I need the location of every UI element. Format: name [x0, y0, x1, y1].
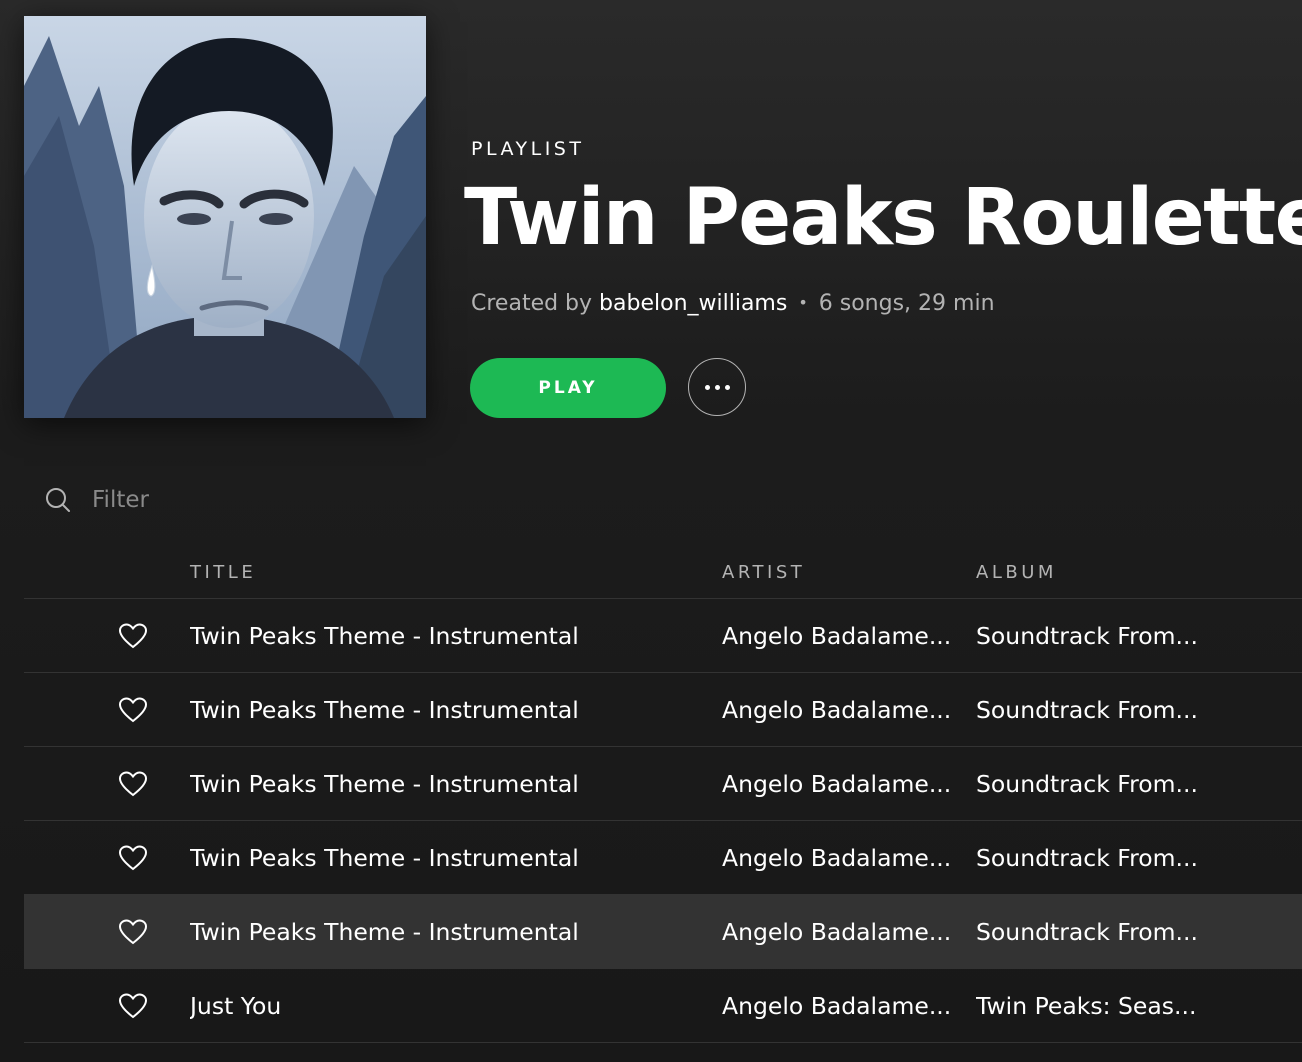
- track-album[interactable]: Soundtrack From...: [976, 917, 1216, 947]
- column-header-album[interactable]: ALBUM: [976, 562, 1057, 583]
- track-album[interactable]: Twin Peaks: Seas...: [976, 991, 1216, 1021]
- heart-icon[interactable]: [118, 622, 148, 650]
- track-row[interactable]: Twin Peaks Theme - Instrumental Angelo B…: [24, 895, 1302, 969]
- track-title: Twin Peaks Theme - Instrumental: [190, 918, 579, 946]
- track-artist[interactable]: Angelo Badalame...: [722, 621, 957, 651]
- playlist-cover-image[interactable]: [24, 16, 426, 418]
- filter-input[interactable]: [90, 486, 394, 514]
- heart-icon[interactable]: [118, 844, 148, 872]
- track-album[interactable]: Soundtrack From...: [976, 843, 1216, 873]
- ellipsis-icon: [724, 384, 730, 390]
- heart-icon[interactable]: [118, 696, 148, 724]
- track-album[interactable]: Soundtrack From...: [976, 769, 1216, 799]
- track-title: Twin Peaks Theme - Instrumental: [190, 696, 579, 724]
- track-artist[interactable]: Angelo Badalame...: [722, 695, 957, 725]
- track-title: Twin Peaks Theme - Instrumental: [190, 622, 579, 650]
- owner-link[interactable]: babelon_williams: [599, 291, 787, 316]
- ellipsis-icon: [704, 384, 710, 390]
- playlist-meta: Created by babelon_williams • 6 songs, 2…: [471, 291, 995, 316]
- ellipsis-icon: [714, 384, 720, 390]
- created-by-label: Created by: [471, 291, 593, 316]
- track-list: Twin Peaks Theme - Instrumental Angelo B…: [24, 599, 1302, 1043]
- playlist-kind-label: PLAYLIST: [471, 138, 585, 160]
- column-header-title[interactable]: TITLE: [190, 562, 256, 583]
- track-row[interactable]: Twin Peaks Theme - Instrumental Angelo B…: [24, 821, 1302, 895]
- track-artist[interactable]: Angelo Badalame...: [722, 991, 957, 1021]
- heart-icon[interactable]: [118, 992, 148, 1020]
- track-artist[interactable]: Angelo Badalame...: [722, 769, 957, 799]
- track-row[interactable]: Twin Peaks Theme - Instrumental Angelo B…: [24, 673, 1302, 747]
- track-row[interactable]: Just You Angelo Badalame... Twin Peaks: …: [24, 969, 1302, 1043]
- track-artist[interactable]: Angelo Badalame...: [722, 917, 957, 947]
- track-title: Twin Peaks Theme - Instrumental: [190, 770, 579, 798]
- playlist-stats: 6 songs, 29 min: [818, 291, 995, 316]
- track-row[interactable]: Twin Peaks Theme - Instrumental Angelo B…: [24, 599, 1302, 673]
- playlist-title: Twin Peaks Roulette: [464, 173, 1302, 263]
- search-icon: [46, 488, 70, 512]
- cover-artwork: [24, 16, 426, 418]
- track-title: Just You: [190, 992, 282, 1020]
- track-album[interactable]: Soundtrack From...: [976, 621, 1216, 651]
- play-button[interactable]: PLAY: [470, 358, 666, 418]
- track-row[interactable]: Twin Peaks Theme - Instrumental Angelo B…: [24, 747, 1302, 821]
- track-album[interactable]: Soundtrack From...: [976, 695, 1216, 725]
- column-header-artist[interactable]: ARTIST: [722, 562, 805, 583]
- playlist-page: PLAYLIST Twin Peaks Roulette Created by …: [0, 0, 1302, 1062]
- heart-icon[interactable]: [118, 770, 148, 798]
- meta-separator: •: [798, 293, 808, 312]
- track-artist[interactable]: Angelo Badalame...: [722, 843, 957, 873]
- filter-bar: [44, 478, 444, 522]
- more-options-button[interactable]: [688, 358, 746, 416]
- track-table-header: TITLE ARTIST ALBUM: [24, 552, 1302, 599]
- heart-icon[interactable]: [118, 918, 148, 946]
- track-title: Twin Peaks Theme - Instrumental: [190, 844, 579, 872]
